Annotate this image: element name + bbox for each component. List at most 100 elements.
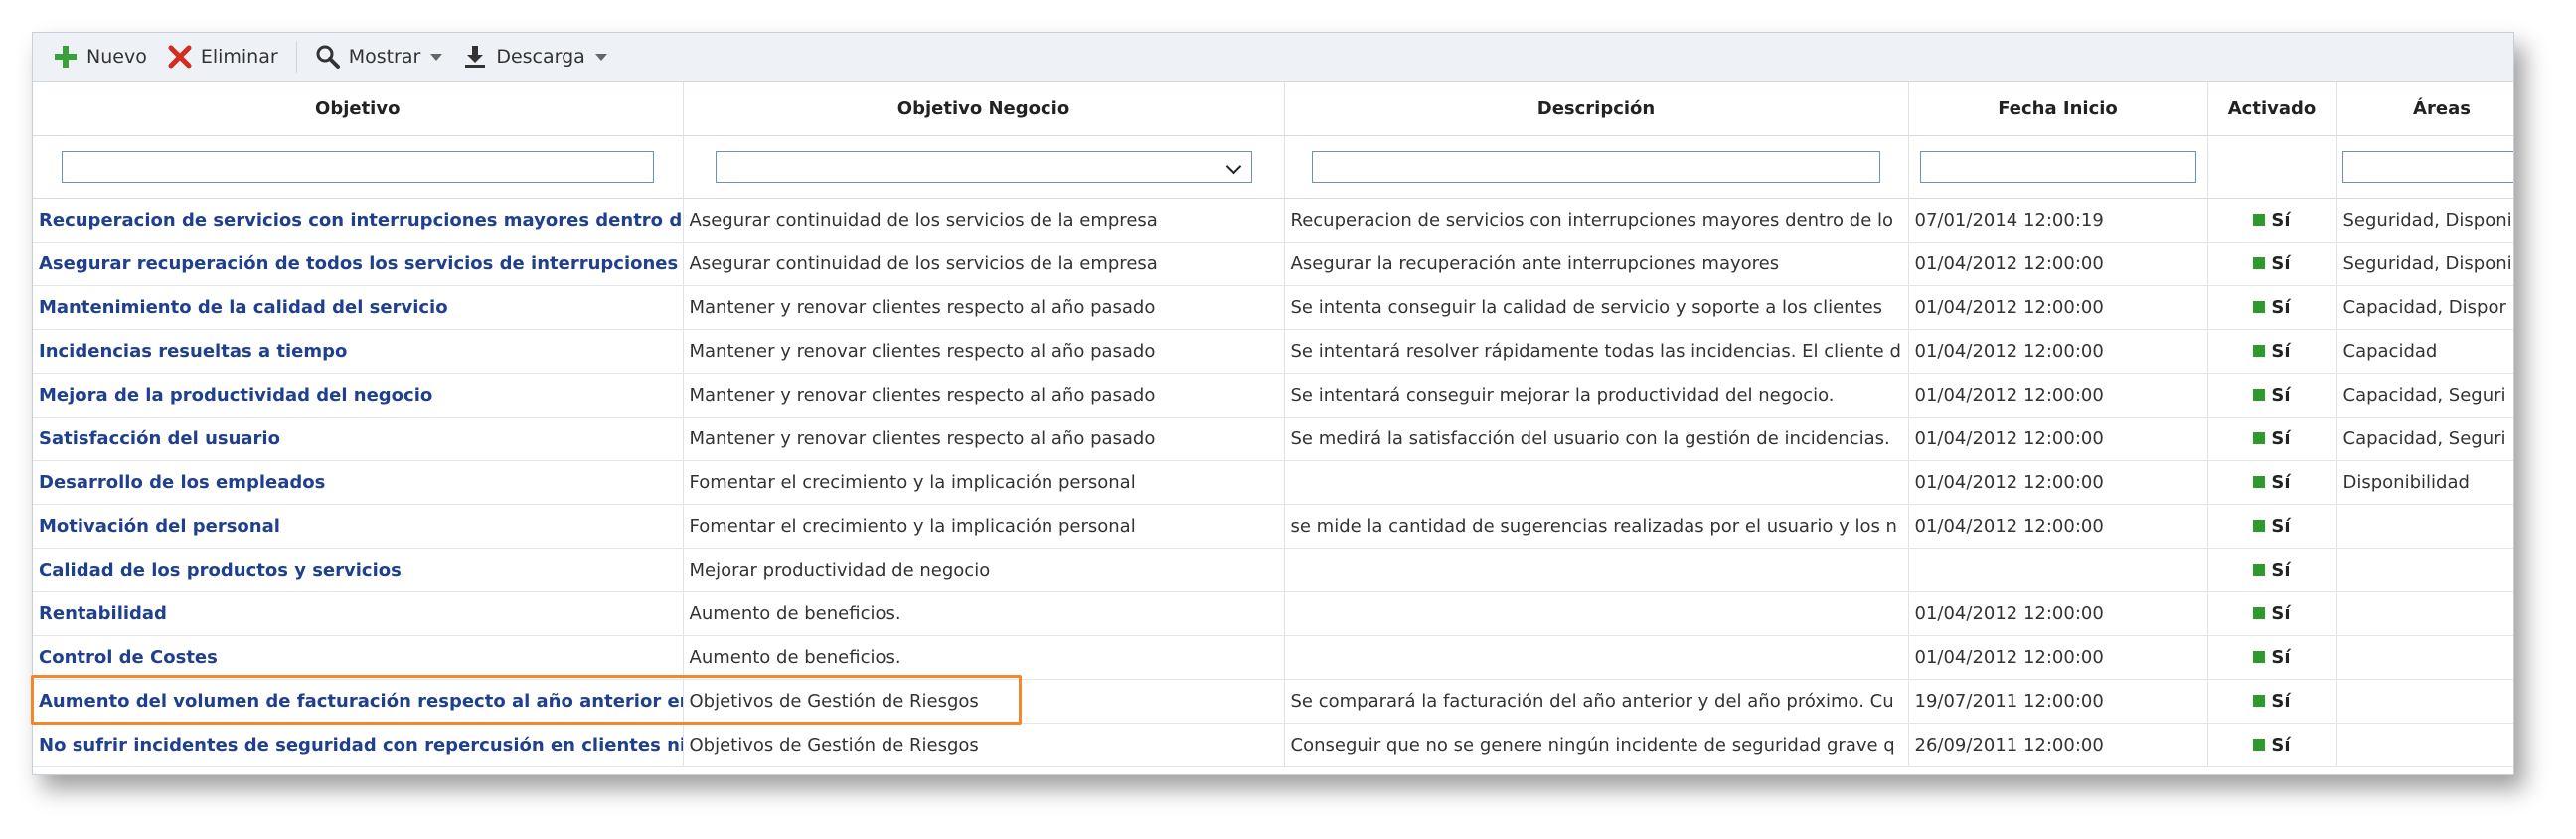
table-row[interactable]: Recuperacion de servicios con interrupci… (33, 198, 2513, 243)
column-header-objetivo-negocio[interactable]: Objetivo Negocio (683, 82, 1285, 136)
column-header-descripcion[interactable]: Descripción (1284, 82, 1909, 136)
active-label: Sí (2271, 296, 2291, 318)
table-row[interactable]: Motivación del personal Fomentar el creci… (33, 504, 2513, 549)
objetivo-cell[interactable]: Motivación del personal (33, 504, 684, 549)
fecha-inicio-cell (1908, 548, 2208, 592)
delete-x-icon (167, 44, 193, 70)
descripcion-cell (1284, 635, 1909, 680)
filter-descripcion-input[interactable] (1312, 151, 1880, 183)
active-square-icon (2253, 257, 2266, 270)
table-row[interactable]: Incidencias resueltas a tiempo Mantener y… (33, 329, 2513, 374)
areas-cell (2336, 504, 2513, 549)
filter-fecha-inicio-input[interactable] (1919, 151, 2196, 183)
active-badge: Sí (2253, 471, 2291, 493)
active-square-icon (2253, 607, 2266, 620)
table-row[interactable]: Satisfacción del usuario Mantener y renov… (33, 417, 2513, 461)
objetivo-cell[interactable]: Desarrollo de los empleados (33, 460, 684, 505)
table-row[interactable]: No sufrir incidentes de seguridad con re… (33, 723, 2513, 767)
objetivo-cell[interactable]: Recuperacion de servicios con interrupci… (33, 198, 684, 243)
fecha-inicio-cell: 01/04/2012 12:00:00 (1908, 242, 2208, 286)
active-label: Sí (2271, 515, 2291, 537)
active-badge: Sí (2253, 341, 2291, 362)
areas-cell: Seguridad, Disponi (2336, 242, 2513, 286)
active-label: Sí (2271, 559, 2291, 581)
descripcion-cell: Se comparará la facturación del año ante… (1284, 679, 1909, 724)
column-header-activado[interactable]: Activado (2207, 82, 2337, 136)
areas-cell (2336, 591, 2513, 636)
descripcion-cell (1284, 591, 1909, 636)
column-header-areas[interactable]: Áreas (2336, 82, 2513, 136)
table-row[interactable]: Calidad de los productos y servicios Mejo… (33, 548, 2513, 592)
activado-cell: Sí (2207, 198, 2337, 243)
descripcion-cell (1284, 548, 1909, 592)
active-square-icon (2253, 301, 2266, 314)
activado-cell: Sí (2207, 460, 2337, 505)
objetivo-cell[interactable]: Satisfacción del usuario (33, 417, 684, 461)
download-label: Descarga (496, 46, 585, 68)
filter-cell (2207, 135, 2337, 199)
filter-objetivo-negocio-select[interactable] (715, 151, 1252, 183)
objetivo-cell[interactable]: Mejora de la productividad del negocio (33, 373, 684, 418)
active-label: Sí (2271, 471, 2291, 493)
filter-cell (33, 135, 684, 199)
show-menu-button[interactable]: Mostrar (305, 33, 453, 81)
objetivo-negocio-cell: Asegurar continuidad de los servicios de… (683, 198, 1285, 243)
column-header-fecha-inicio[interactable]: Fecha Inicio (1908, 82, 2208, 136)
header-row: Objetivo Objetivo Negocio Descripción Fe… (33, 82, 2513, 136)
column-header-objetivo[interactable]: Objetivo (33, 82, 684, 136)
active-label: Sí (2271, 602, 2291, 624)
table-row[interactable]: Rentabilidad Aumento de beneficios. 01/04/… (33, 591, 2513, 636)
active-square-icon (2253, 345, 2266, 358)
objetivo-cell[interactable]: Aumento del volumen de facturación respe… (33, 679, 684, 724)
activado-cell: Sí (2207, 417, 2337, 461)
objectives-table: Objetivo Objetivo Negocio Descripción Fe… (33, 82, 2513, 767)
objetivo-negocio-cell: Aumento de beneficios. (683, 635, 1285, 680)
areas-cell (2336, 679, 2513, 724)
objetivo-cell[interactable]: Calidad de los productos y servicios (33, 548, 684, 592)
active-square-icon (2253, 389, 2266, 402)
objetivo-cell[interactable]: Incidencias resueltas a tiempo (33, 329, 684, 374)
areas-cell: Capacidad, Seguri (2336, 373, 2513, 418)
delete-button[interactable]: Eliminar (157, 33, 288, 81)
table-row[interactable]: Desarrollo de los empleados Fomentar el c… (33, 460, 2513, 505)
objetivo-cell[interactable]: Control de Costes (33, 635, 684, 680)
filter-objetivo-input[interactable] (61, 151, 654, 183)
toolbar-separator (295, 41, 297, 73)
objetivo-cell[interactable]: Rentabilidad (33, 591, 684, 636)
objetivo-cell[interactable]: Mantenimiento de la calidad del servicio (33, 285, 684, 330)
active-badge: Sí (2253, 559, 2291, 581)
areas-cell: Capacidad, Seguri (2336, 417, 2513, 461)
areas-cell: Capacidad (2336, 329, 2513, 374)
table-row[interactable]: Asegurar recuperación de todos los servi… (33, 242, 2513, 286)
descripcion-cell: Conseguir que no se genere ningún incide… (1284, 723, 1909, 767)
new-label: Nuevo (86, 46, 147, 68)
table-row[interactable]: Aumento del volumen de facturación respe… (33, 679, 2513, 724)
active-square-icon (2253, 739, 2266, 752)
objetivo-cell[interactable]: No sufrir incidentes de seguridad con re… (33, 723, 684, 767)
toolbar: Nuevo Eliminar Mostrar Descarga (33, 33, 2513, 82)
areas-cell: Capacidad, Dispor (2336, 285, 2513, 330)
new-button[interactable]: Nuevo (43, 33, 157, 81)
filter-areas-input[interactable] (2341, 151, 2513, 183)
objetivo-negocio-cell: Mantener y renovar clientes respecto al … (683, 329, 1285, 374)
table-row[interactable]: Mantenimiento de la calidad del servicio… (33, 285, 2513, 330)
table-row[interactable]: Control de Costes Aumento de beneficios. 0… (33, 635, 2513, 680)
active-square-icon (2253, 214, 2266, 227)
chevron-down-icon (594, 53, 607, 61)
filter-cell (1908, 135, 2208, 199)
download-menu-button[interactable]: Descarga (452, 33, 617, 81)
grid-panel: Nuevo Eliminar Mostrar Descarga Objetivo… (32, 32, 2514, 775)
active-square-icon (2253, 476, 2266, 489)
objetivo-negocio-cell: Mantener y renovar clientes respecto al … (683, 373, 1285, 418)
objetivo-negocio-cell: Mejorar productividad de negocio (683, 548, 1285, 592)
table-row[interactable]: Mejora de la productividad del negocio Ma… (33, 373, 2513, 418)
activado-cell: Sí (2207, 548, 2337, 592)
active-square-icon (2253, 651, 2266, 664)
activado-cell: Sí (2207, 285, 2337, 330)
fecha-inicio-cell: 01/04/2012 12:00:00 (1908, 591, 2208, 636)
fecha-inicio-cell: 01/04/2012 12:00:00 (1908, 329, 2208, 374)
table-body: Recuperacion de servicios con interrupci… (33, 198, 2513, 767)
areas-cell (2336, 723, 2513, 767)
objetivo-cell[interactable]: Asegurar recuperación de todos los servi… (33, 242, 684, 286)
filter-cell (683, 135, 1285, 199)
